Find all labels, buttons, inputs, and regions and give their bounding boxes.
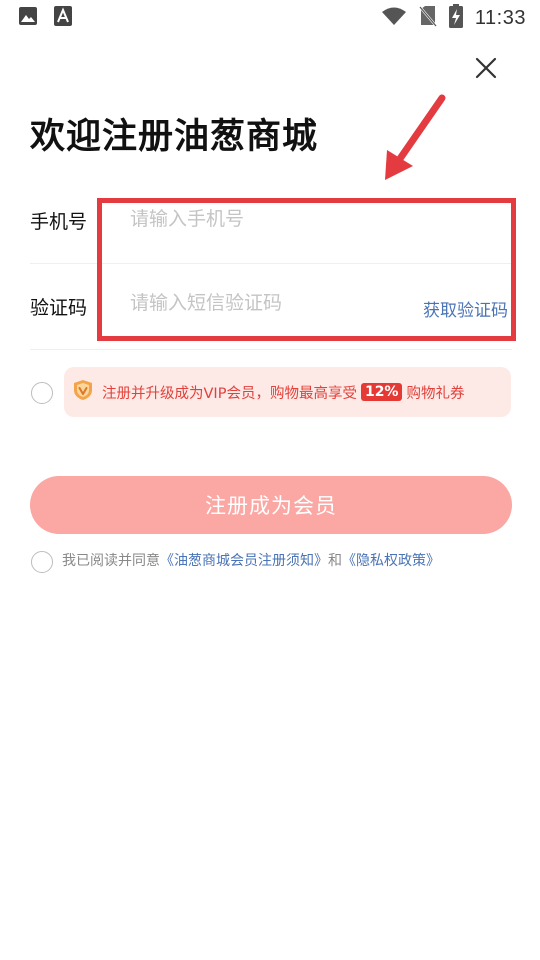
status-right: 11:33 [381,4,526,32]
close-icon [475,57,497,79]
wifi-icon [381,6,407,30]
get-code-button[interactable]: 获取验证码 [423,296,512,321]
agreement-prefix: 我已阅读并同意 [62,553,160,569]
status-bar: 11:33 [0,0,540,36]
agreement-text: 我已阅读并同意《油葱商城会员注册须知》和《隐私权政策》 [62,551,440,571]
code-label: 验证码 [30,297,88,319]
vip-percent-badge: 12% [360,383,403,401]
vip-shield-icon [72,379,94,405]
phone-row: 手机号 [30,178,512,264]
agreement-checkbox[interactable] [31,551,53,573]
status-time: 11:33 [474,6,526,29]
code-row: 验证码 获取验证码 [30,264,512,350]
battery-charging-icon [448,4,463,32]
vip-text-before: 注册并升级成为VIP会员，购物最高享受 [102,385,357,402]
close-button[interactable] [470,52,502,84]
register-button[interactable]: 注册成为会员 [30,476,512,534]
vip-checkbox[interactable] [31,382,53,404]
vip-banner: 注册并升级成为VIP会员，购物最高享受 12% 购物礼券 [64,367,511,417]
privacy-policy-link[interactable]: 《隐私权政策》 [342,553,440,569]
image-icon [18,6,38,30]
status-left [18,6,72,30]
phone-label: 手机号 [30,211,88,233]
phone-input[interactable] [130,207,512,230]
vip-text: 注册并升级成为VIP会员，购物最高享受 12% 购物礼券 [102,382,464,403]
code-input[interactable] [130,291,423,314]
font-icon [54,6,72,30]
vip-text-after: 购物礼券 [406,385,465,402]
page-title: 欢迎注册油葱商城 [30,117,319,157]
no-sim-icon [418,5,437,31]
red-arrow-annotation [385,94,446,180]
agreement-and: 和 [328,553,342,569]
member-notice-link[interactable]: 《油葱商城会员注册须知》 [160,553,328,569]
